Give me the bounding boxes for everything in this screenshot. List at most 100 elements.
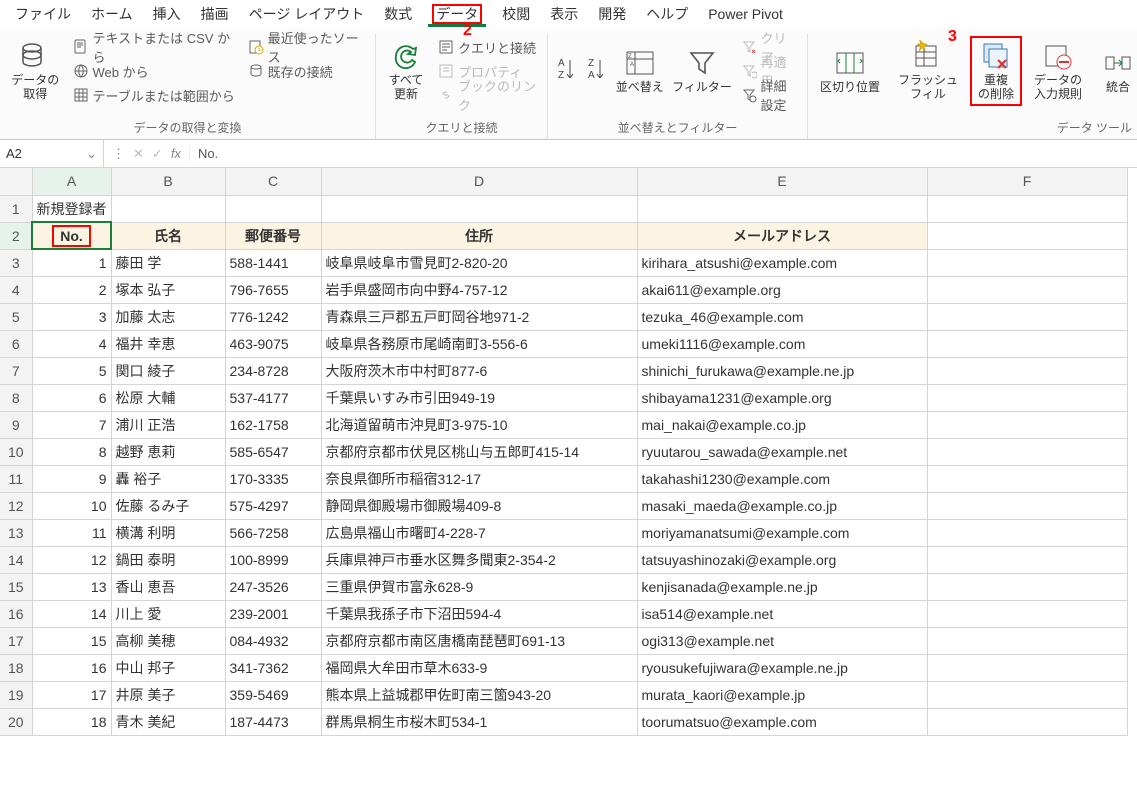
cell[interactable]: shinichi_furukawa@example.ne.jp: [637, 357, 927, 384]
cell[interactable]: 鍋田 泰明: [111, 546, 225, 573]
sort-button[interactable]: ZA 並べ替え: [614, 45, 665, 97]
cell[interactable]: 463-9075: [225, 330, 321, 357]
cell[interactable]: 氏名: [111, 222, 225, 249]
cell[interactable]: 13: [32, 573, 111, 600]
cell[interactable]: 奈良県御所市稲宿312-17: [321, 465, 637, 492]
row-header[interactable]: 8: [0, 384, 32, 411]
cell[interactable]: moriyamanatsumi@example.com: [637, 519, 927, 546]
cell[interactable]: 福井 幸恵: [111, 330, 225, 357]
cell[interactable]: No.1: [32, 222, 111, 249]
from-table-range-button[interactable]: テーブルまたは範囲から: [71, 84, 240, 106]
cell[interactable]: [321, 195, 637, 222]
cell[interactable]: 高柳 美穂: [111, 627, 225, 654]
cell[interactable]: [927, 600, 1127, 627]
name-box[interactable]: A2⌄: [0, 140, 104, 167]
menu-item-校閲[interactable]: 校閲: [492, 2, 540, 26]
cell[interactable]: [927, 222, 1127, 249]
cell[interactable]: 川上 愛: [111, 600, 225, 627]
vdots-icon[interactable]: ⋮: [112, 146, 125, 162]
cell[interactable]: murata_kaori@example.jp: [637, 681, 927, 708]
col-header-F[interactable]: F: [927, 168, 1127, 195]
cell[interactable]: 162-1758: [225, 411, 321, 438]
cell[interactable]: 234-8728: [225, 357, 321, 384]
cell[interactable]: 11: [32, 519, 111, 546]
text-to-columns-button[interactable]: 区切り位置: [814, 45, 886, 97]
col-header-C[interactable]: C: [225, 168, 321, 195]
cell[interactable]: takahashi1230@example.com: [637, 465, 927, 492]
advanced-filter-button[interactable]: 詳細設定: [739, 84, 801, 106]
col-header-A[interactable]: A: [32, 168, 111, 195]
row-header[interactable]: 3: [0, 249, 32, 276]
cell[interactable]: [111, 195, 225, 222]
cell[interactable]: 北海道留萌市沖見町3-975-10: [321, 411, 637, 438]
cell[interactable]: toorumatsuo@example.com: [637, 708, 927, 735]
cell[interactable]: 796-7655: [225, 276, 321, 303]
cell[interactable]: 千葉県我孫子市下沼田594-4: [321, 600, 637, 627]
cell[interactable]: umeki1116@example.com: [637, 330, 927, 357]
row-header[interactable]: 5: [0, 303, 32, 330]
cell[interactable]: 776-1242: [225, 303, 321, 330]
menu-item-描画[interactable]: 描画: [191, 2, 239, 26]
cell[interactable]: masaki_maeda@example.co.jp: [637, 492, 927, 519]
menu-item-挿入[interactable]: 挿入: [143, 2, 191, 26]
row-header[interactable]: 14: [0, 546, 32, 573]
cell[interactable]: 熊本県上益城郡甲佐町南三箇943-20: [321, 681, 637, 708]
cell[interactable]: 247-3526: [225, 573, 321, 600]
select-all-corner[interactable]: [0, 168, 32, 195]
from-web-button[interactable]: Web から: [71, 60, 240, 82]
cell[interactable]: 広島県福山市曙町4-228-7: [321, 519, 637, 546]
cell[interactable]: 14: [32, 600, 111, 627]
cell[interactable]: 藤田 学: [111, 249, 225, 276]
existing-connections-button[interactable]: 既存の接続: [246, 60, 369, 82]
menu-item-ファイル[interactable]: ファイル: [5, 2, 81, 26]
queries-connections-button[interactable]: クエリと接続: [436, 36, 541, 58]
cell[interactable]: 17: [32, 681, 111, 708]
cell[interactable]: 群馬県桐生市桜木町534-1: [321, 708, 637, 735]
row-header[interactable]: 9: [0, 411, 32, 438]
cell[interactable]: [927, 573, 1127, 600]
cell[interactable]: [927, 708, 1127, 735]
cell[interactable]: [927, 627, 1127, 654]
row-header[interactable]: 2: [0, 222, 32, 249]
cell[interactable]: [927, 357, 1127, 384]
cell[interactable]: shibayama1231@example.org: [637, 384, 927, 411]
cell[interactable]: 4: [32, 330, 111, 357]
row-header[interactable]: 19: [0, 681, 32, 708]
cell[interactable]: ogi313@example.net: [637, 627, 927, 654]
from-text-csv-button[interactable]: テキストまたは CSV から: [71, 36, 240, 58]
cell[interactable]: [927, 276, 1127, 303]
cell[interactable]: 12: [32, 546, 111, 573]
cell[interactable]: 越野 恵莉: [111, 438, 225, 465]
flash-fill-button[interactable]: フラッシュ フィル: [892, 38, 964, 104]
cell[interactable]: 加藤 太志: [111, 303, 225, 330]
get-data-button[interactable]: データの 取得: [6, 38, 65, 104]
cell[interactable]: 566-7258: [225, 519, 321, 546]
cell[interactable]: 大阪府茨木市中村町877-6: [321, 357, 637, 384]
remove-duplicates-button[interactable]: 重複 の削除: [970, 36, 1022, 106]
filter-button[interactable]: フィルター: [671, 45, 732, 97]
cell[interactable]: 中山 邦子: [111, 654, 225, 681]
cell[interactable]: kenjisanada@example.ne.jp: [637, 573, 927, 600]
fx-icon[interactable]: fx: [171, 146, 181, 161]
data-validation-button[interactable]: データの 入力規則: [1028, 38, 1088, 104]
cell[interactable]: 537-4177: [225, 384, 321, 411]
cell[interactable]: 岩手県盛岡市向中野4-757-12: [321, 276, 637, 303]
cell[interactable]: [927, 492, 1127, 519]
cell[interactable]: 2: [32, 276, 111, 303]
cell[interactable]: 5: [32, 357, 111, 384]
row-header[interactable]: 15: [0, 573, 32, 600]
cell[interactable]: 新規登録者: [32, 195, 111, 222]
row-header[interactable]: 20: [0, 708, 32, 735]
cell[interactable]: [927, 411, 1127, 438]
cell[interactable]: tezuka_46@example.com: [637, 303, 927, 330]
cell[interactable]: 8: [32, 438, 111, 465]
cell[interactable]: 239-2001: [225, 600, 321, 627]
row-header[interactable]: 7: [0, 357, 32, 384]
col-header-B[interactable]: B: [111, 168, 225, 195]
cell[interactable]: 岐阜県各務原市尾崎南町3-556-6: [321, 330, 637, 357]
cell[interactable]: 7: [32, 411, 111, 438]
cell[interactable]: 香山 恵吾: [111, 573, 225, 600]
cell[interactable]: 青木 美紀: [111, 708, 225, 735]
menu-item-ヘルプ[interactable]: ヘルプ: [636, 2, 698, 26]
col-header-E[interactable]: E: [637, 168, 927, 195]
